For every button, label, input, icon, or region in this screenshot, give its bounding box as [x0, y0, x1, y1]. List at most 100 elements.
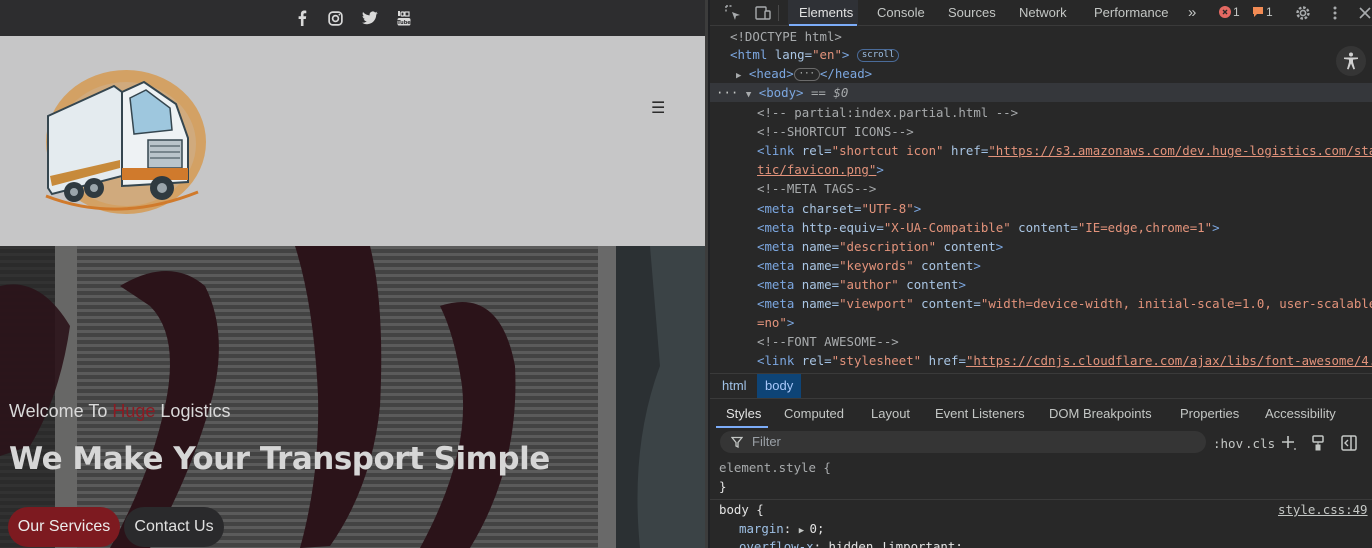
contact-us-button[interactable]: Contact Us [124, 507, 224, 547]
error-badge[interactable]: 1 [1219, 5, 1240, 19]
element-tag: <meta [757, 239, 795, 254]
collapse-triangle-icon[interactable]: ▼ [746, 90, 751, 100]
close-devtools-icon[interactable] [1356, 4, 1372, 22]
tag-close-bracket: > [995, 239, 1004, 254]
styles-pane-tabs: Styles Computed Layout Event Listeners D… [710, 398, 1372, 428]
settings-gear-icon[interactable] [1294, 4, 1312, 22]
overflow-value[interactable]: hidden !important; [829, 539, 963, 548]
device-toolbar-icon[interactable] [754, 4, 772, 22]
dom-node-line[interactable]: <link rel="stylesheet" href="https://cdn… [757, 351, 1372, 370]
new-style-rule-icon[interactable] [1280, 434, 1298, 452]
overflow-declaration[interactable]: overflow-x: hidden !important; [739, 537, 963, 548]
tab-performance[interactable]: Performance [1094, 0, 1168, 26]
tab-computed[interactable]: Computed [784, 399, 844, 429]
dom-node-line[interactable]: <meta name="description" content> [757, 237, 1003, 256]
tab-dom-breakpoints[interactable]: DOM Breakpoints [1049, 399, 1152, 429]
attribute-value: "UTF-8" [861, 201, 914, 216]
margin-property[interactable]: margin [739, 521, 784, 536]
selected-node-marker: == $0 [803, 85, 849, 100]
tab-sources[interactable]: Sources [948, 0, 996, 26]
margin-declaration[interactable]: margin: ▶ 0; [739, 519, 824, 538]
dom-node-line[interactable]: =no"> [757, 313, 794, 332]
head-element-line[interactable]: ▶ <head> ··· </head> [736, 64, 872, 83]
html-comment: <!--FONT AWESOME--> [757, 334, 899, 349]
dom-node-line[interactable]: <meta charset="UTF-8"> [757, 199, 921, 218]
hover-state-toggle[interactable]: :hov [1213, 436, 1243, 451]
tag-close-bracket: > [786, 315, 795, 330]
tab-accessibility[interactable]: Accessibility [1265, 399, 1336, 429]
doctype-line[interactable]: <!DOCTYPE html> [730, 27, 842, 46]
collapsed-ellipsis[interactable]: ··· [793, 68, 820, 81]
dom-node-line[interactable]: tic/favicon.png"> [757, 160, 884, 179]
attribute-name: name [794, 258, 832, 273]
accessibility-person-icon[interactable] [1336, 46, 1366, 76]
breadcrumb-html[interactable]: html [722, 378, 747, 393]
dom-node-line[interactable]: <meta name="author" content> [757, 275, 966, 294]
site-header: ☰ [0, 36, 705, 246]
element-style-selector[interactable]: element.style { [719, 458, 831, 477]
our-services-button[interactable]: Our Services [8, 507, 120, 547]
tab-network[interactable]: Network [1019, 0, 1067, 26]
attribute-name: rel [794, 143, 825, 158]
tab-console[interactable]: Console [877, 0, 925, 26]
dom-node-line[interactable]: <meta name="keywords" content> [757, 256, 981, 275]
website-viewport: Tube ☰ Welcome To Huge Logistics We Make… [0, 0, 705, 548]
dom-tree[interactable]: <!DOCTYPE html> <html lang="en"> scroll … [710, 27, 1372, 373]
overflow-property[interactable]: overflow-x [739, 539, 814, 548]
panel-divider[interactable] [705, 0, 708, 548]
dom-node-line[interactable]: <meta name="viewport" content="width=dev… [757, 294, 1372, 313]
attribute-equals: = [831, 296, 840, 311]
breadcrumb-body[interactable]: body [757, 374, 802, 398]
tab-event-listeners[interactable]: Event Listeners [935, 399, 1025, 429]
dom-node-line[interactable]: <!--FONT AWESOME--> [757, 332, 899, 351]
expand-shorthand-icon[interactable]: ▶ [799, 526, 810, 536]
dom-node-line[interactable]: <link rel="shortcut icon" href="https://… [757, 141, 1372, 160]
svg-text:Tube: Tube [397, 20, 411, 26]
tab-layout[interactable]: Layout [871, 399, 910, 429]
head-open-tag: <head> [748, 66, 794, 81]
element-style-open: element.style { [719, 460, 831, 475]
class-toggle[interactable]: .cls [1245, 436, 1275, 451]
tab-elements[interactable]: Elements [799, 0, 853, 26]
hamburger-menu-icon[interactable]: ☰ [651, 98, 665, 117]
attribute-value: "shortcut icon" [831, 143, 944, 158]
styles-filter-input[interactable]: Filter [720, 431, 1206, 453]
margin-value[interactable]: 0; [810, 521, 825, 536]
attribute-value-continued: =no" [757, 315, 787, 330]
dom-node-line[interactable]: <meta http-equiv="X-UA-Compatible" conte… [757, 218, 1220, 237]
twitter-icon[interactable] [361, 10, 378, 26]
expand-triangle-icon[interactable]: ▶ [736, 71, 741, 81]
row-actions-ellipsis[interactable]: ··· [716, 85, 738, 100]
dom-node-line[interactable]: <!-- partial:index.partial.html --> [757, 103, 1018, 122]
toggle-element-state-icon[interactable] [1310, 434, 1328, 452]
attribute-equals: = [824, 353, 832, 368]
body-rule-selector[interactable]: body { [719, 500, 764, 519]
dom-node-line[interactable]: <!--SHORTCUT ICONS--> [757, 122, 914, 141]
scroll-badge[interactable]: scroll [856, 49, 900, 62]
element-tag: <meta [757, 201, 795, 216]
tab-styles[interactable]: Styles [726, 399, 761, 429]
html-comment: <!--META TAGS--> [757, 181, 877, 196]
facebook-icon[interactable] [294, 10, 310, 26]
body-rule-source-link[interactable]: style.css:49 [1278, 500, 1368, 519]
youtube-icon[interactable]: Tube [396, 10, 412, 26]
toggle-sidebar-icon[interactable] [1340, 434, 1358, 452]
attribute-value: "author" [839, 277, 899, 292]
dom-node-line[interactable]: <!--META TAGS--> [757, 179, 876, 198]
inspect-element-icon[interactable] [724, 4, 742, 22]
html-lang-value: "en" [812, 47, 842, 62]
more-options-icon[interactable] [1326, 4, 1344, 22]
more-tabs-icon[interactable]: » [1188, 0, 1196, 26]
welcome-prefix: Welcome To [9, 401, 113, 421]
attribute-equals: = [1070, 220, 1078, 235]
attribute-name: content [936, 239, 996, 254]
truck-logo[interactable] [38, 64, 210, 216]
body-element-line[interactable]: ··· ▼ <body> == $0 [716, 83, 848, 102]
filter-placeholder: Filter [752, 434, 781, 449]
attribute-value: "IE=edge,chrome=1" [1077, 220, 1213, 235]
html-element-line[interactable]: <html lang="en"> scroll [730, 45, 900, 64]
tab-properties[interactable]: Properties [1180, 399, 1239, 429]
attribute-equals: = [973, 296, 981, 311]
instagram-icon[interactable] [328, 10, 344, 26]
warning-badge[interactable]: 1 [1252, 5, 1273, 19]
